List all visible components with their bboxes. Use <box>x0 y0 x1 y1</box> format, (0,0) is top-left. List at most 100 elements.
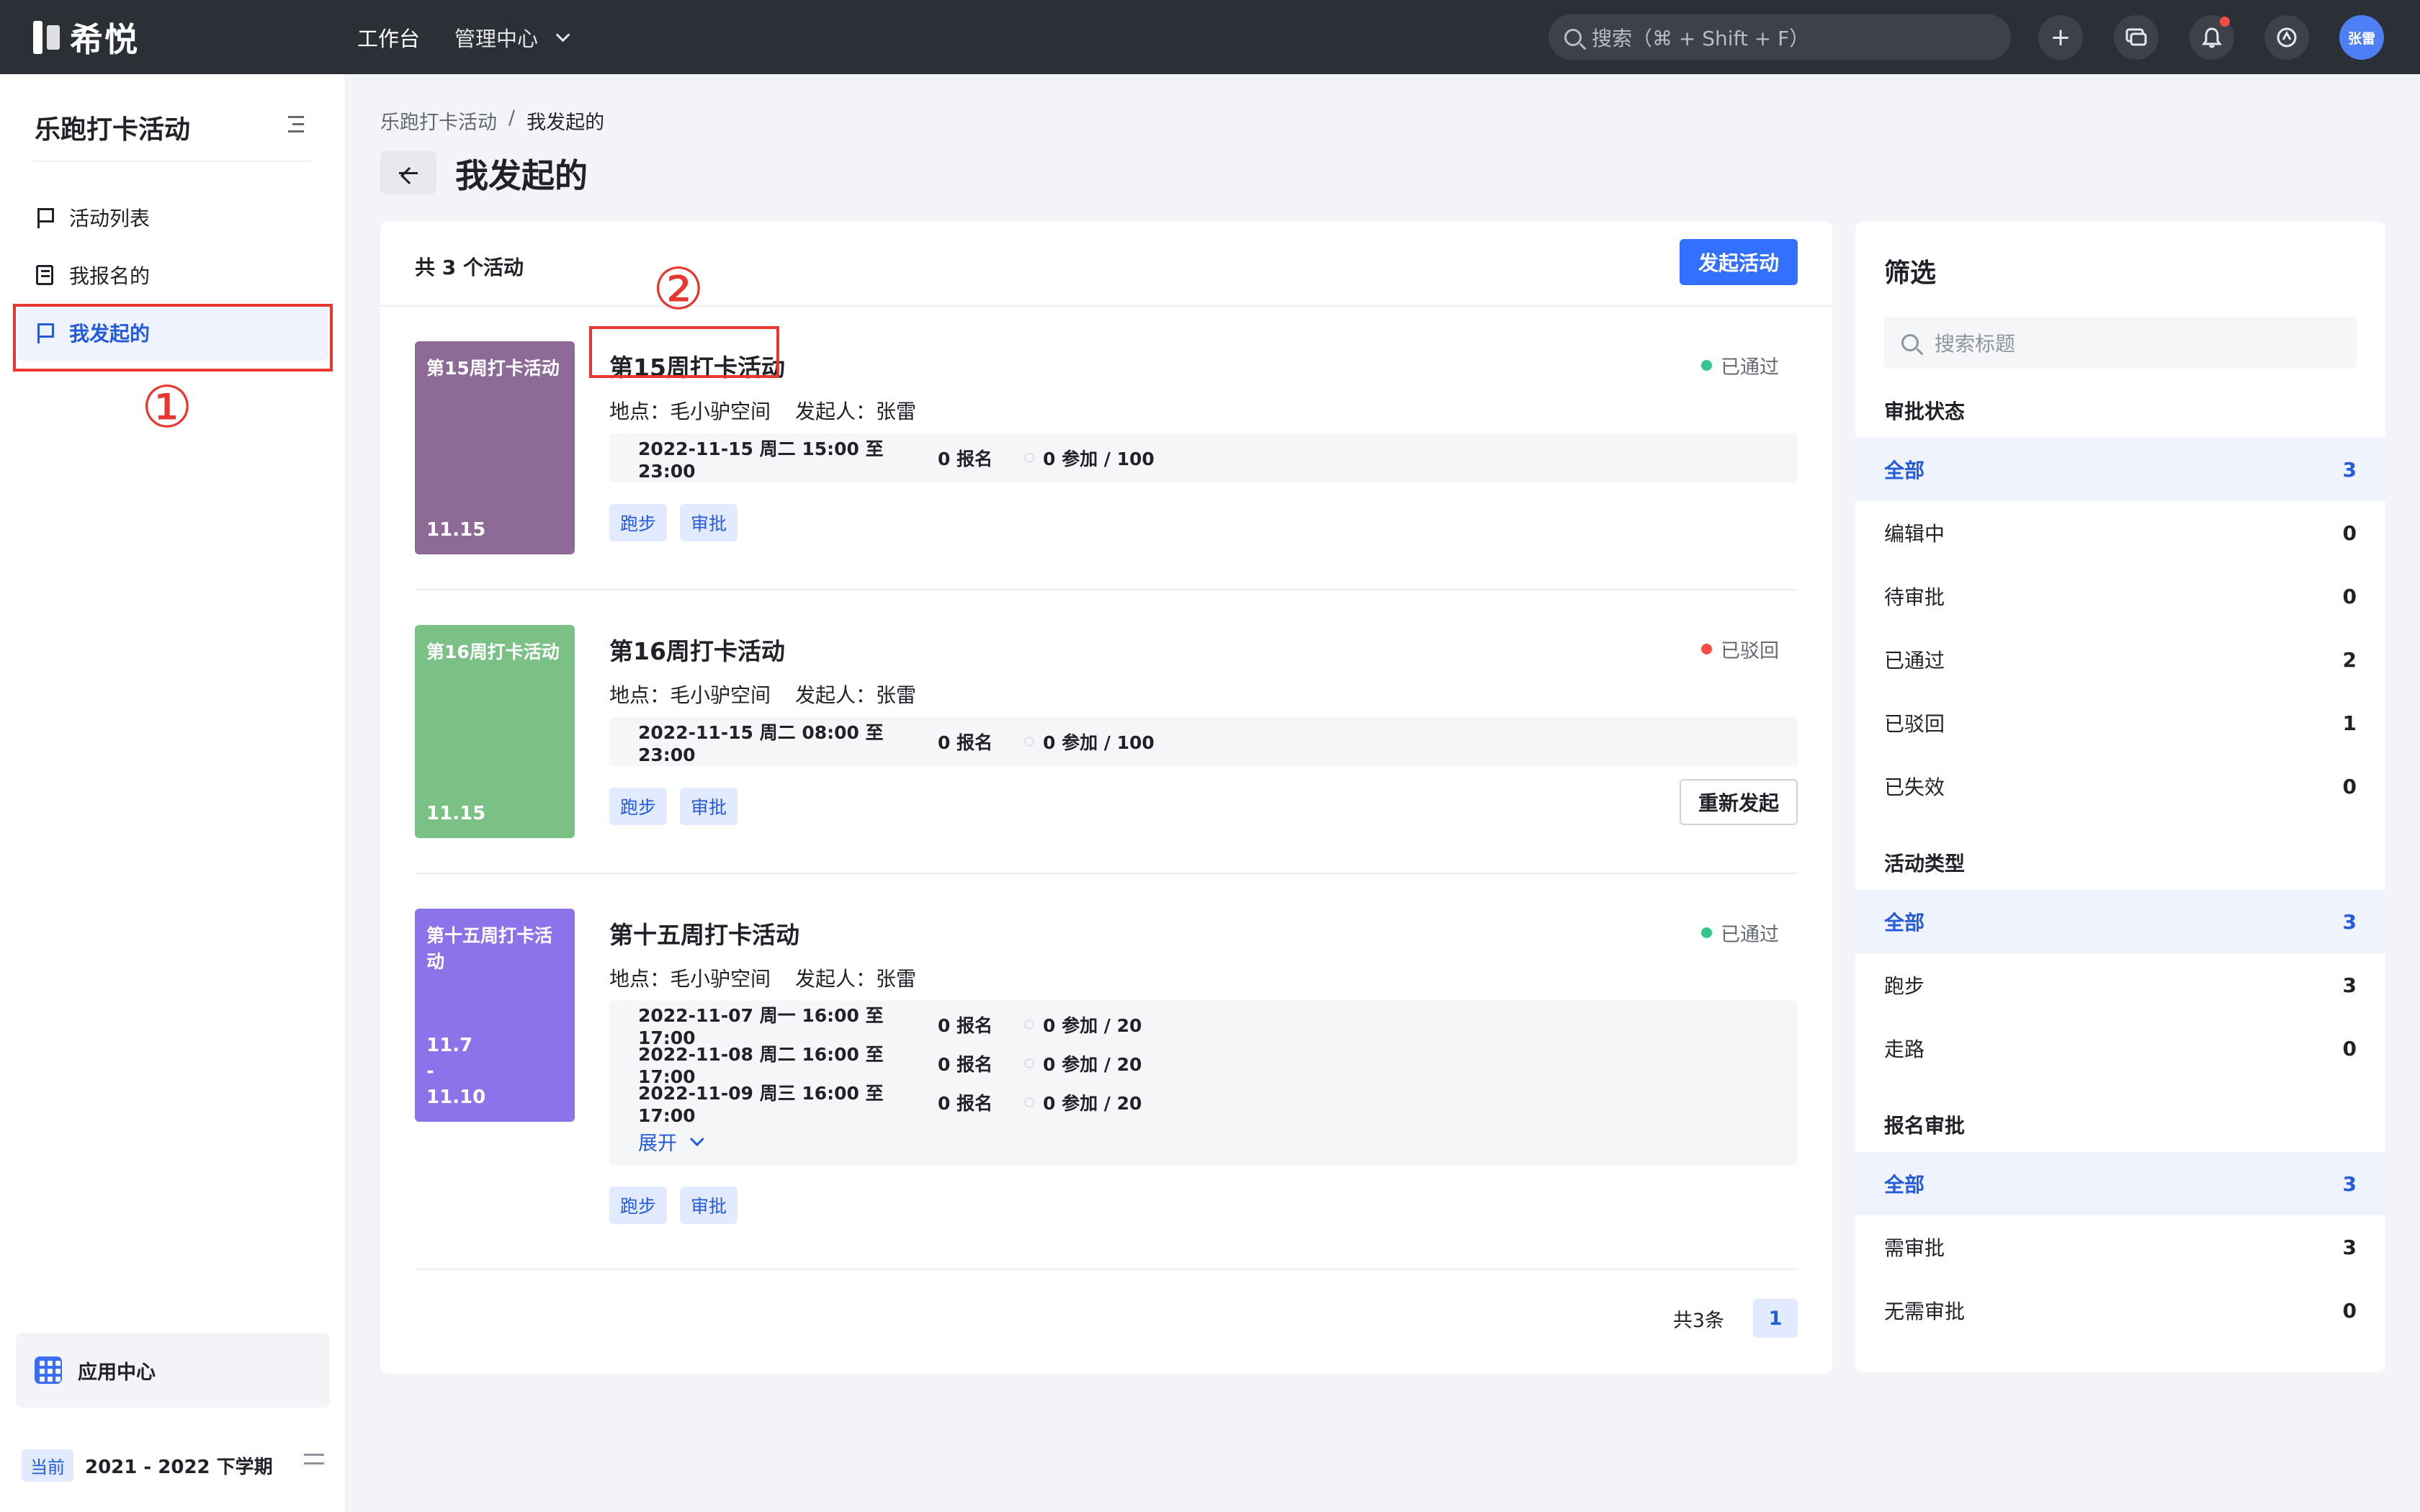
cover-title: 第15周打卡活动 <box>426 358 560 379</box>
filter-option-label: 已驳回 <box>1884 712 1945 736</box>
app-center-label: 应用中心 <box>78 1361 156 1384</box>
nav-workbench-label: 工作台 <box>357 26 421 51</box>
term-switcher[interactable]: 当前 2021 - 2022 下学期 <box>22 1449 324 1482</box>
participants-label: 0 参加 / 20 <box>1043 1054 1142 1075</box>
sidebar-item-label: 我报名的 <box>69 264 151 288</box>
resubmit-button[interactable]: 重新发起 <box>1680 779 1798 825</box>
chevron-down-icon <box>555 27 570 42</box>
expand-sessions-link[interactable]: 展开 <box>609 1122 1798 1161</box>
cover-title: 第16周打卡活动 <box>426 642 560 662</box>
filter-option-label: 待审批 <box>1884 585 1945 609</box>
filter-option[interactable]: 待审批 0 <box>1855 564 2385 628</box>
swap-icon[interactable] <box>304 1452 324 1467</box>
sidebar-item-my-enrolled[interactable]: 我报名的 <box>17 247 328 303</box>
filter-group-title: 审批状态 <box>1884 400 1966 423</box>
session-time: 2022-11-09 周三 16:00 至 17:00 <box>638 1082 884 1126</box>
filter-option-label: 全部 <box>1884 459 1925 482</box>
user-avatar[interactable]: 张雷 <box>2339 15 2384 60</box>
filter-option-count: 0 <box>2342 584 2357 608</box>
tag: 审批 <box>680 504 738 541</box>
participants-label: 0 参加 / 100 <box>1043 732 1155 753</box>
app-logo[interactable]: 希悦 <box>33 14 357 61</box>
help-icon[interactable] <box>2264 15 2309 60</box>
plus-icon[interactable]: + <box>2038 15 2083 60</box>
logo-text: 希悦 <box>70 19 139 59</box>
filter-group-title: 报名审批 <box>1884 1114 1966 1138</box>
activity-cover[interactable]: 第16周打卡活动 11.15 <box>415 625 575 838</box>
sidebar-item-activity-list[interactable]: 活动列表 <box>17 189 328 246</box>
top-bar: 希悦 工作台 管理中心 搜索（⌘ + Shift + F） + 张雷 <box>0 0 2420 74</box>
status-badge: 已驳回 <box>1701 635 1779 663</box>
filter-option[interactable]: 无需审批 0 <box>1855 1279 2385 1342</box>
filter-option-count: 3 <box>2342 1235 2357 1259</box>
participants-label: 0 参加 / 20 <box>1043 1015 1142 1036</box>
activity-cover[interactable]: 第十五周打卡活动 11.7 - 11.10 <box>415 909 575 1122</box>
activity-meta: 地点：毛小驴空间 发起人：张雷 <box>609 396 916 425</box>
status-label: 已驳回 <box>1721 640 1779 662</box>
session-participants: 0 参加 / 20 <box>1024 1012 1142 1038</box>
chevron-down-icon <box>689 1132 704 1147</box>
filter-option[interactable]: 全部 3 <box>1855 890 2385 953</box>
participants-dot <box>1024 1020 1034 1030</box>
term-badge: 当前 <box>22 1449 73 1482</box>
participants-dot <box>1024 737 1034 747</box>
filter-option-label: 全部 <box>1884 911 1925 935</box>
nav-workbench[interactable]: 工作台 <box>357 22 420 53</box>
chat-icon[interactable] <box>2114 15 2159 60</box>
filter-option[interactable]: 跑步 3 <box>1855 953 2385 1017</box>
cover-date: 11.15 <box>426 519 486 541</box>
nav-admin-label: 管理中心 <box>454 26 539 51</box>
activity-title[interactable]: 第16周打卡活动 <box>609 632 785 667</box>
activity-item[interactable]: 第十五周打卡活动 11.7 - 11.10 第十五周打卡活动 已通过 地点：毛小… <box>415 909 1798 1270</box>
filter-option[interactable]: 走路 0 <box>1855 1017 2385 1080</box>
bell-icon[interactable] <box>2190 15 2234 60</box>
filter-option[interactable]: 已驳回 1 <box>1855 691 2385 755</box>
item-divider <box>415 589 1798 590</box>
activity-meta: 地点：毛小驴空间 发起人：张雷 <box>609 963 916 992</box>
filter-option-count: 2 <box>2342 647 2357 672</box>
breadcrumb-root[interactable]: 乐跑打卡活动 <box>380 107 497 135</box>
app-center-button[interactable]: 应用中心 <box>16 1333 330 1408</box>
back-button[interactable] <box>380 151 436 194</box>
filter-option-count: 1 <box>2342 711 2357 735</box>
status-label: 已通过 <box>1721 924 1779 946</box>
cover-title: 第十五周打卡活动 <box>426 925 553 972</box>
top-nav: 工作台 管理中心 <box>357 22 570 53</box>
filter-option[interactable]: 已通过 2 <box>1855 628 2385 691</box>
nav-admin-dropdown[interactable]: 管理中心 <box>454 22 570 53</box>
session-row: 2022-11-08 周二 16:00 至 17:00 0 报名 0 参加 / … <box>609 1044 1798 1087</box>
filter-option[interactable]: 需审批 3 <box>1855 1215 2385 1279</box>
cover-date-range: 11.7 - 11.10 <box>426 1032 485 1110</box>
search-icon <box>1901 334 1919 351</box>
flag-icon <box>36 207 54 228</box>
create-activity-button[interactable]: 发起活动 <box>1680 239 1798 285</box>
participants-label: 0 参加 / 100 <box>1043 449 1155 469</box>
filter-option[interactable]: 全部 3 <box>1855 1152 2385 1215</box>
filter-option-count: 3 <box>2342 1171 2357 1196</box>
global-search-input[interactable]: 搜索（⌘ + Shift + F） <box>1549 14 2011 60</box>
filter-option-count: 3 <box>2342 457 2357 482</box>
filter-option[interactable]: 编辑中 0 <box>1855 501 2385 564</box>
session-time: 2022-11-15 周二 08:00 至 23:00 <box>638 721 884 765</box>
sidebar-divider <box>33 161 311 162</box>
filter-option[interactable]: 全部 3 <box>1855 438 2385 501</box>
collapse-sidebar-icon[interactable] <box>284 116 304 133</box>
activity-item[interactable]: 第16周打卡活动 11.15 第16周打卡活动 已驳回 地点：毛小驴空间 发起人：… <box>415 625 1798 874</box>
annotation-label-1: ① <box>141 374 193 441</box>
page-title: 我发起的 <box>455 156 588 195</box>
breadcrumb: 乐跑打卡活动 / 我发起的 <box>380 107 604 135</box>
page-button-current[interactable]: 1 <box>1753 1299 1798 1338</box>
tag: 审批 <box>680 788 738 825</box>
annotation-box-2 <box>589 326 779 378</box>
filter-option-count: 0 <box>2342 774 2357 798</box>
filter-option-count: 0 <box>2342 1036 2357 1061</box>
notification-dot <box>2220 17 2230 27</box>
activity-title[interactable]: 第十五周打卡活动 <box>609 916 799 950</box>
activity-cover[interactable]: 第15周打卡活动 11.15 <box>415 341 575 554</box>
filter-option[interactable]: 已失效 0 <box>1855 755 2385 818</box>
filter-option-label: 走路 <box>1884 1038 1925 1061</box>
annotation-label-2: ② <box>653 256 704 323</box>
tag: 跑步 <box>609 788 668 825</box>
filter-search-input[interactable]: 搜索标题 <box>1884 317 2357 369</box>
session-participants: 0 参加 / 100 <box>1024 729 1155 755</box>
